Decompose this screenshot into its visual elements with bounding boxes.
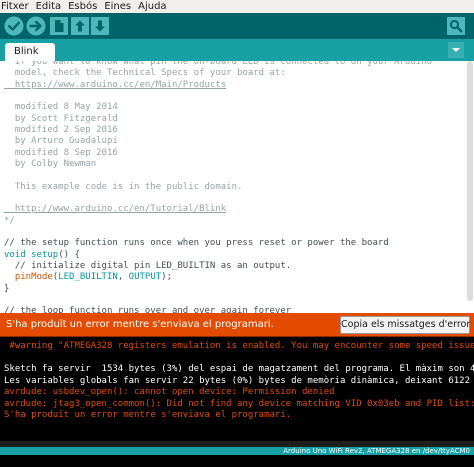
code-token: // initialize digital pin LED_BUILTIN as… <box>4 260 292 271</box>
status-message: S'ha produït un error mentre s'enviava e… <box>6 319 274 330</box>
tab-bar: Blink <box>0 39 474 61</box>
code-lines: If you want to know what pin the on-boar… <box>4 61 432 313</box>
tab-menu-button[interactable] <box>448 42 464 58</box>
verify-check-icon <box>4 16 24 36</box>
code-line: modified 8 May 2014 <box>4 102 432 113</box>
toolbar <box>0 13 474 39</box>
serial-monitor-button[interactable] <box>446 16 466 36</box>
code-token: LED_BUILTIN <box>58 272 118 283</box>
verify-button[interactable] <box>4 16 24 36</box>
console-line: Les variables globals fan servir 22 byte… <box>4 375 474 386</box>
copy-error-messages-button[interactable]: Copia els missatges d'error <box>340 316 470 334</box>
serial-monitor-magnifier-icon <box>447 17 465 35</box>
code-line: modified 8 Sep 2016 <box>4 148 432 159</box>
code-token: */ <box>4 215 15 226</box>
code-editor[interactable]: If you want to know what pin the on-boar… <box>0 61 474 313</box>
code-line: by Scott Fitzgerald <box>4 114 432 125</box>
code-line: If you want to know what pin the on-boar… <box>4 61 432 68</box>
menu-fitxer[interactable]: Fitxer <box>0 0 32 13</box>
code-token: model, check the Technical Specs of your… <box>4 68 286 79</box>
code-token: pinMode <box>14 272 53 283</box>
code-token: // the loop function runs over and over … <box>4 306 292 313</box>
code-token: by Colby Newman <box>4 158 97 169</box>
code-line: modified 2 Sep 2016 <box>4 125 432 136</box>
code-token: OUTPUT <box>128 272 162 283</box>
menu-eines[interactable]: Eines <box>100 0 134 13</box>
code-line: by Arturo Guadalupi <box>4 136 432 147</box>
console-line: Sketch fa servir 1534 bytes (3%) del esp… <box>4 364 474 374</box>
footer-bar: Arduino Uno WiFi Rev2, ATMEGA328 en /dev… <box>0 447 474 455</box>
code-token: // the setup function runs once when you… <box>4 238 389 249</box>
code-token: } <box>4 283 10 294</box>
code-line: This example code is in the public domai… <box>4 182 432 193</box>
code-token: by Scott Fitzgerald <box>4 113 118 124</box>
code-token: ); <box>161 272 173 283</box>
code-line: // the loop function runs over and over … <box>4 306 432 313</box>
code-line: ​ <box>4 91 432 102</box>
code-line: http://www.arduino.cc/en/Tutorial/Blink <box>4 204 432 215</box>
tab-dropdown-icon <box>448 42 464 58</box>
upload-arrow-icon <box>26 16 46 36</box>
code-token: modified 8 May 2014 <box>4 102 118 113</box>
save-arrow-down-icon <box>91 17 109 35</box>
code-line: ​ <box>4 170 432 181</box>
code-token: modified 8 Sep 2016 <box>4 147 118 158</box>
console-line: #warning "ATMEGA328 registers emulation … <box>4 341 474 351</box>
console-line: S'ha produït un error mentre s'enviava e… <box>4 410 292 420</box>
save-button[interactable] <box>90 16 110 36</box>
code-token[interactable]: https://www.arduino.cc/en/Main/Products <box>4 80 226 90</box>
new-file-icon <box>50 17 68 35</box>
code-line: model, check the Technical Specs of your… <box>4 68 432 79</box>
code-token: This example code is in the public domai… <box>4 181 243 192</box>
tab-blink[interactable]: Blink <box>5 43 55 61</box>
code-line: // initialize digital pin LED_BUILTIN as… <box>4 261 432 272</box>
upload-button[interactable] <box>26 16 46 36</box>
code-line: } <box>4 284 432 295</box>
open-button[interactable] <box>70 16 90 36</box>
code-token: If you want to know what pin the on-boar… <box>4 61 433 67</box>
code-token: modified 2 Sep 2016 <box>4 124 118 135</box>
code-line: ​ <box>4 193 432 204</box>
console-line: avrdude: jtag3_open_common(): Did not fi… <box>4 398 474 409</box>
code-token: by Arturo Guadalupi <box>4 136 118 147</box>
code-token: , <box>117 272 129 283</box>
code-line: // the setup function runs once when you… <box>4 238 432 249</box>
code-line: ​ <box>4 227 432 238</box>
code-line: ​ <box>4 295 432 306</box>
status-bar: S'ha produït un error mentre s'enviava e… <box>0 313 474 337</box>
code-line: pinMode(LED_BUILTIN, OUTPUT); <box>4 272 432 283</box>
editor-scrollbar[interactable] <box>466 61 474 313</box>
code-line: */ <box>4 216 432 227</box>
code-token: () { <box>58 249 80 260</box>
code-line: by Colby Newman <box>4 159 432 170</box>
code-token: setup <box>31 249 59 260</box>
menu-bar: Fitxer Edita Esbós Eines Ajuda <box>0 0 474 13</box>
menu-ajuda[interactable]: Ajuda <box>134 0 169 13</box>
console-lines: #warning "ATMEGA328 registers emulation … <box>4 341 474 422</box>
menu-edita[interactable]: Edita <box>32 0 65 13</box>
code-token: void <box>4 249 26 260</box>
new-button[interactable] <box>49 16 69 36</box>
code-line: https://www.arduino.cc/en/Main/Products <box>4 80 432 91</box>
editor-scrollbar-thumb[interactable] <box>467 61 473 301</box>
open-arrow-up-icon <box>71 17 89 35</box>
code-line: void setup() { <box>4 250 432 261</box>
menu-esbos[interactable]: Esbós <box>64 0 100 13</box>
code-token[interactable]: http://www.arduino.cc/en/Tutorial/Blink <box>4 204 226 214</box>
console-line: avrdude: usbdev_open(): cannot open devi… <box>4 387 335 397</box>
